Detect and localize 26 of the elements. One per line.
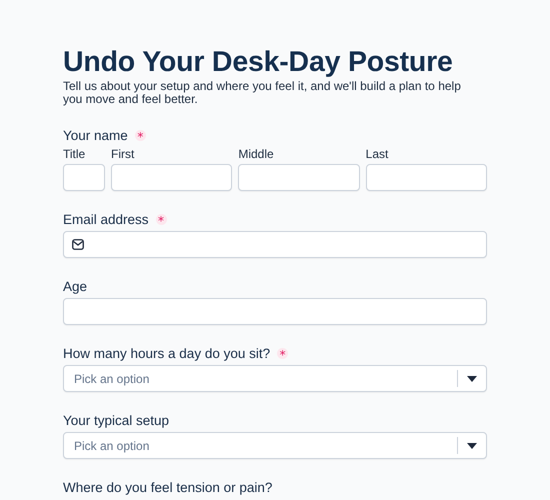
input-field[interactable] bbox=[366, 164, 487, 191]
field-label: Email address bbox=[63, 212, 149, 226]
mail-icon bbox=[72, 239, 84, 250]
caret-icon bbox=[467, 376, 477, 382]
field-sublabel: Middle bbox=[238, 147, 275, 161]
required-mark: * bbox=[134, 130, 146, 140]
field-label: Your name bbox=[63, 128, 128, 142]
select-field[interactable]: Pick an option bbox=[63, 432, 487, 459]
input-field[interactable] bbox=[111, 164, 232, 191]
input-field[interactable] bbox=[238, 164, 360, 191]
field-sublabel: Title bbox=[63, 147, 86, 161]
required-mark: * bbox=[156, 214, 167, 224]
select-field[interactable]: Pick an option bbox=[63, 365, 487, 392]
required-mark: * bbox=[277, 348, 288, 358]
field-label: Your typical setup bbox=[63, 412, 170, 428]
input-field[interactable] bbox=[63, 298, 487, 325]
field-sublabel: Last bbox=[366, 147, 390, 161]
form-title: Undo Your Desk-Day Posture bbox=[63, 45, 454, 80]
field-label: Where do you feel tension or pain? bbox=[63, 480, 272, 494]
field-label: How many hours a day do you sit? bbox=[63, 346, 270, 360]
caret-icon bbox=[467, 442, 477, 448]
field-label: Age bbox=[63, 278, 88, 294]
email-field[interactable] bbox=[63, 231, 487, 258]
input-field[interactable] bbox=[63, 164, 105, 191]
form-description: Tell us about your setup and where you feel it, and we'll build a plan to help you move and feel better. bbox=[63, 80, 462, 105]
field-sublabel: First bbox=[111, 147, 136, 161]
